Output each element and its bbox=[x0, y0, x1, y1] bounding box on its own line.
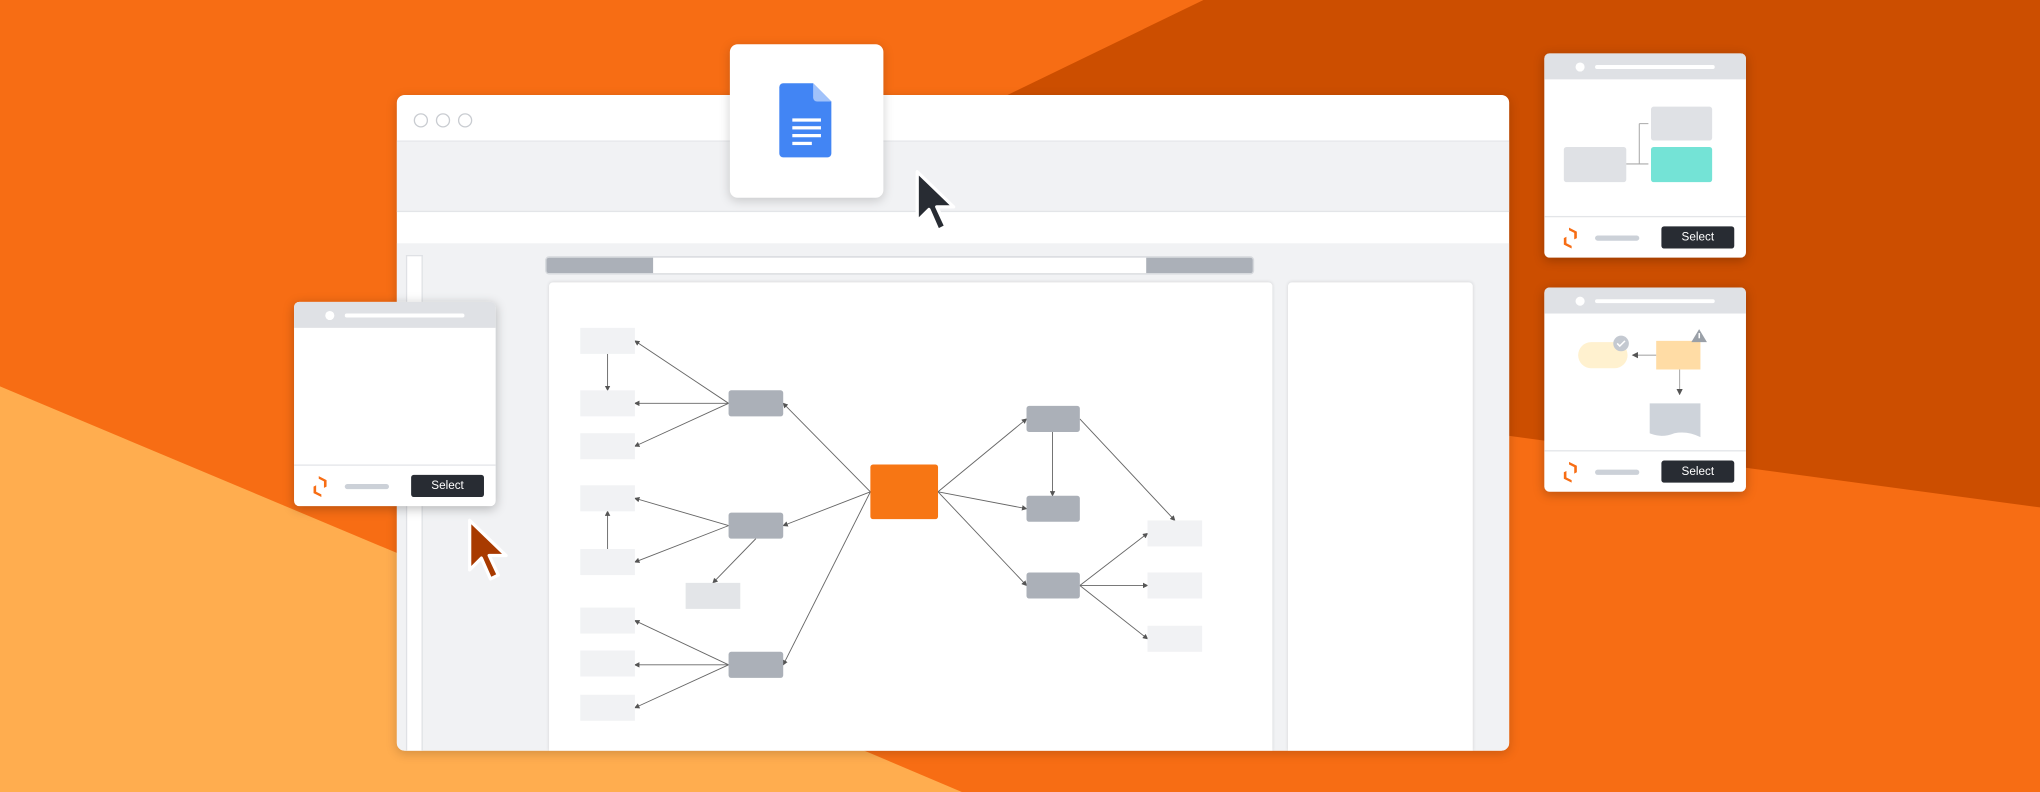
node bbox=[580, 390, 635, 417]
node bbox=[1026, 405, 1080, 432]
node bbox=[1026, 572, 1080, 599]
node bbox=[580, 694, 635, 721]
select-button[interactable]: Select bbox=[1661, 460, 1735, 483]
select-button[interactable]: Select bbox=[411, 474, 484, 497]
template-popup-flow: Select bbox=[1544, 53, 1746, 258]
template-popup-process: Select bbox=[1544, 287, 1746, 492]
node bbox=[580, 327, 635, 354]
node bbox=[1147, 520, 1203, 547]
node bbox=[1147, 572, 1203, 599]
node bbox=[580, 607, 635, 634]
lucid-logo-icon bbox=[1563, 461, 1577, 483]
node bbox=[580, 549, 635, 576]
mouse-cursor-icon bbox=[915, 170, 956, 232]
google-docs-icon bbox=[779, 83, 832, 158]
check-icon bbox=[1613, 335, 1629, 352]
lucid-logo-icon bbox=[1563, 227, 1577, 249]
mouse-cursor-icon bbox=[468, 518, 508, 581]
lucid-logo-icon bbox=[313, 476, 327, 497]
central-node bbox=[870, 464, 939, 520]
node bbox=[685, 582, 741, 609]
node bbox=[580, 650, 635, 677]
node bbox=[728, 651, 784, 678]
node bbox=[580, 485, 635, 512]
connectors bbox=[604, 340, 1176, 709]
node bbox=[728, 390, 784, 417]
node bbox=[1147, 625, 1203, 652]
select-button[interactable]: Select bbox=[1661, 226, 1735, 249]
template-popup-blank: Select bbox=[294, 301, 496, 507]
node bbox=[1026, 495, 1080, 522]
node bbox=[580, 433, 635, 460]
google-docs-card[interactable] bbox=[729, 44, 884, 198]
node bbox=[728, 512, 784, 539]
